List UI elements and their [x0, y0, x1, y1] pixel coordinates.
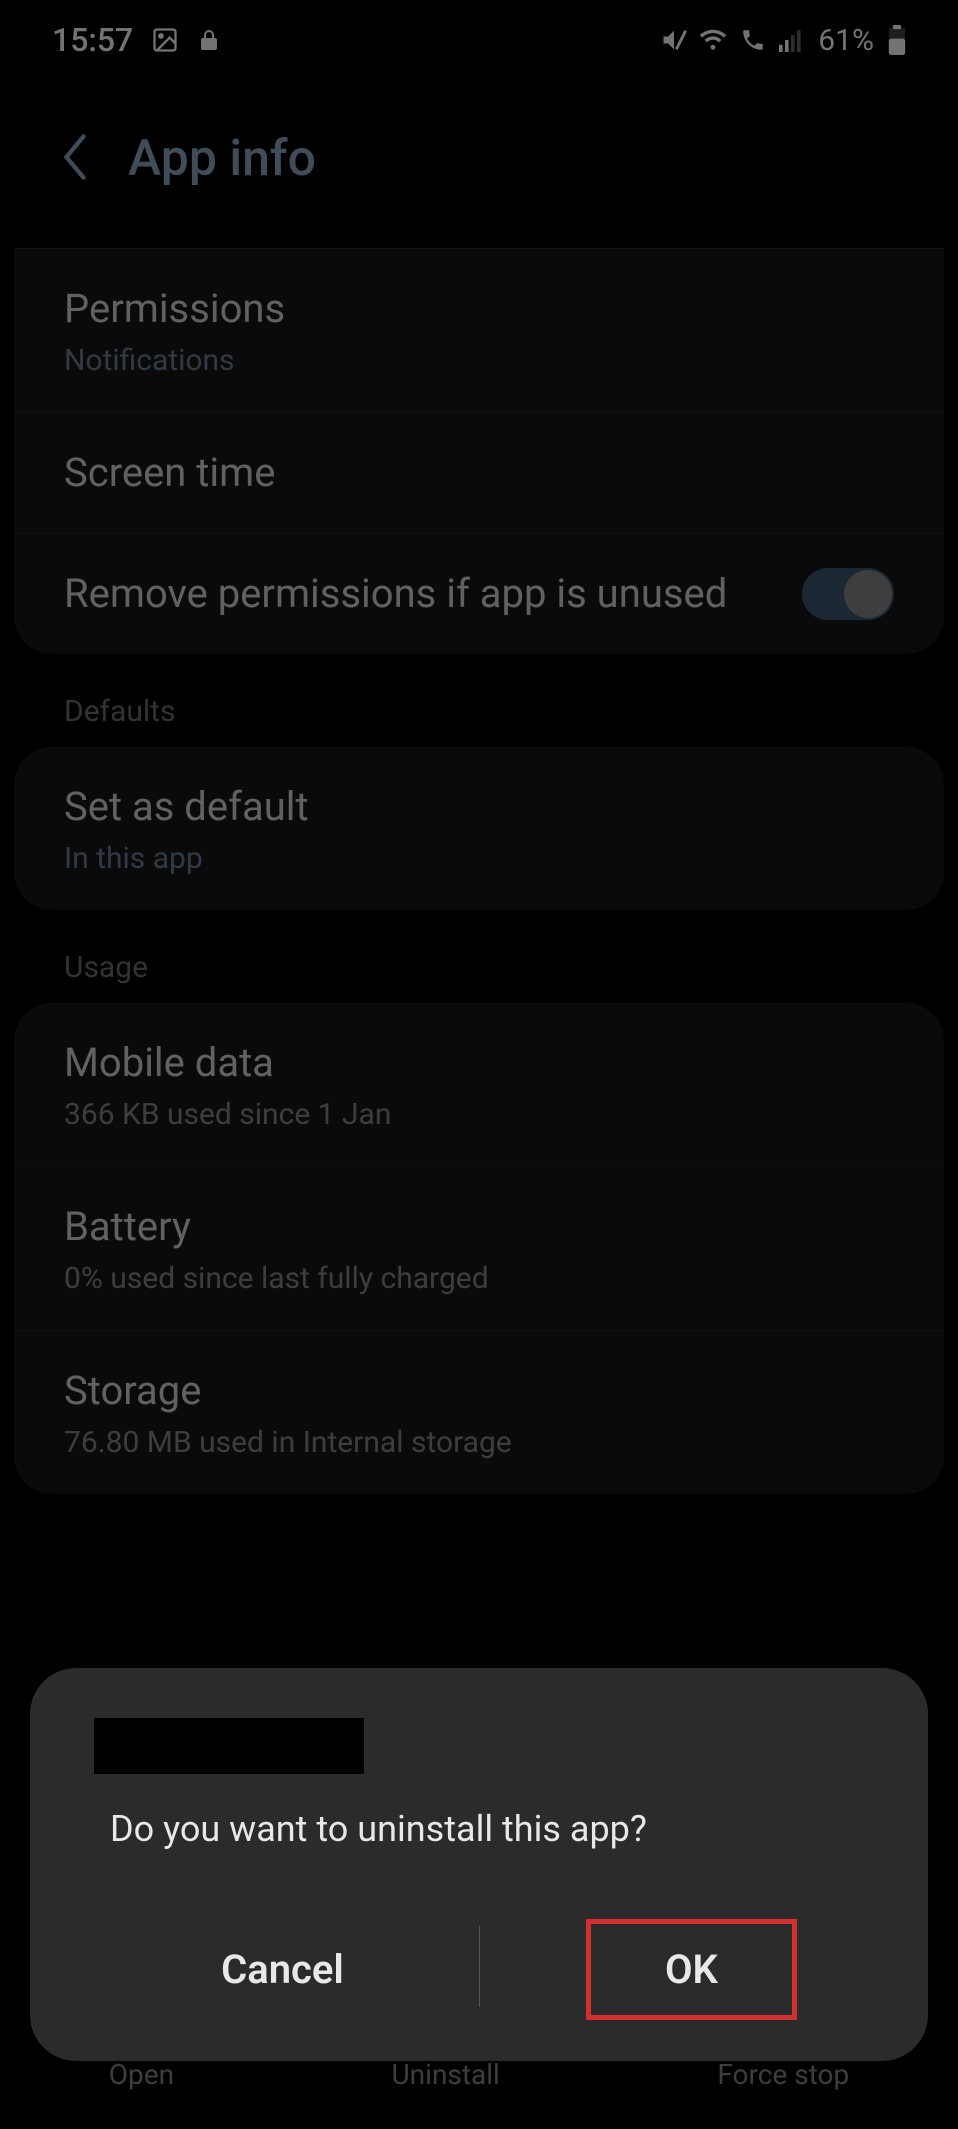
mute-icon: [660, 26, 688, 54]
row-subtitle: 366 KB used since 1 Jan: [64, 1097, 894, 1132]
section-label-usage: Usage: [0, 950, 958, 1003]
row-remove-permissions[interactable]: Remove permissions if app is unused: [14, 534, 944, 654]
row-battery[interactable]: Battery 0% used since last fully charged: [14, 1167, 944, 1331]
row-set-as-default[interactable]: Set as default In this app: [14, 747, 944, 910]
row-title: Permissions: [64, 283, 894, 335]
bottom-force-stop[interactable]: Force stop: [717, 2058, 849, 2091]
back-icon[interactable]: [60, 133, 90, 185]
section-usage: Mobile data 366 KB used since 1 Jan Batt…: [14, 1003, 944, 1494]
row-subtitle: 76.80 MB used in Internal storage: [64, 1425, 894, 1460]
bottom-open[interactable]: Open: [109, 2058, 174, 2091]
clock-text: 15:57: [52, 21, 133, 59]
dialog-buttons: Cancel OK: [30, 1902, 928, 2031]
dialog-divider: [479, 1926, 480, 2007]
status-bar: 15:57 61%: [0, 0, 958, 80]
row-title: Storage: [64, 1365, 894, 1417]
row-storage[interactable]: Storage 76.80 MB used in Internal storag…: [14, 1331, 944, 1494]
row-subtitle: Notifications: [64, 343, 894, 378]
section-defaults: Set as default In this app: [14, 747, 944, 910]
wifi-call-icon: [738, 27, 768, 53]
bottom-uninstall[interactable]: Uninstall: [392, 2058, 500, 2091]
lock-icon: [197, 26, 221, 54]
row-title: Set as default: [64, 781, 894, 833]
row-permissions[interactable]: Permissions Notifications: [14, 249, 944, 413]
cancel-button[interactable]: Cancel: [161, 1918, 404, 2021]
image-icon: [151, 26, 179, 54]
section-privacy: Permissions Notifications Screen time Re…: [14, 248, 944, 654]
page-title: App info: [128, 130, 316, 188]
toggle-thumb: [844, 570, 892, 618]
row-subtitle: 0% used since last fully charged: [64, 1261, 894, 1296]
battery-icon: [888, 25, 906, 55]
signal-icon: [778, 28, 804, 52]
status-left: 15:57: [52, 21, 221, 59]
row-title: Screen time: [64, 447, 894, 499]
toggle-switch[interactable]: [802, 568, 894, 620]
ok-button[interactable]: OK: [586, 1919, 797, 2020]
row-mobile-data[interactable]: Mobile data 366 KB used since 1 Jan: [14, 1003, 944, 1167]
uninstall-dialog: Do you want to uninstall this app? Cance…: [30, 1668, 928, 2061]
row-title: Remove permissions if app is unused: [64, 568, 727, 620]
row-screen-time[interactable]: Screen time: [14, 413, 944, 534]
row-title: Battery: [64, 1201, 894, 1253]
wifi-icon: [698, 28, 728, 52]
dialog-message: Do you want to uninstall this app?: [30, 1804, 928, 1902]
row-title: Mobile data: [64, 1037, 894, 1089]
header: App info: [0, 80, 958, 248]
battery-percentage: 61%: [818, 23, 874, 58]
row-subtitle: In this app: [64, 841, 894, 876]
status-right: 61%: [660, 23, 906, 58]
app-name-redacted: [94, 1718, 364, 1774]
section-label-defaults: Defaults: [0, 694, 958, 747]
